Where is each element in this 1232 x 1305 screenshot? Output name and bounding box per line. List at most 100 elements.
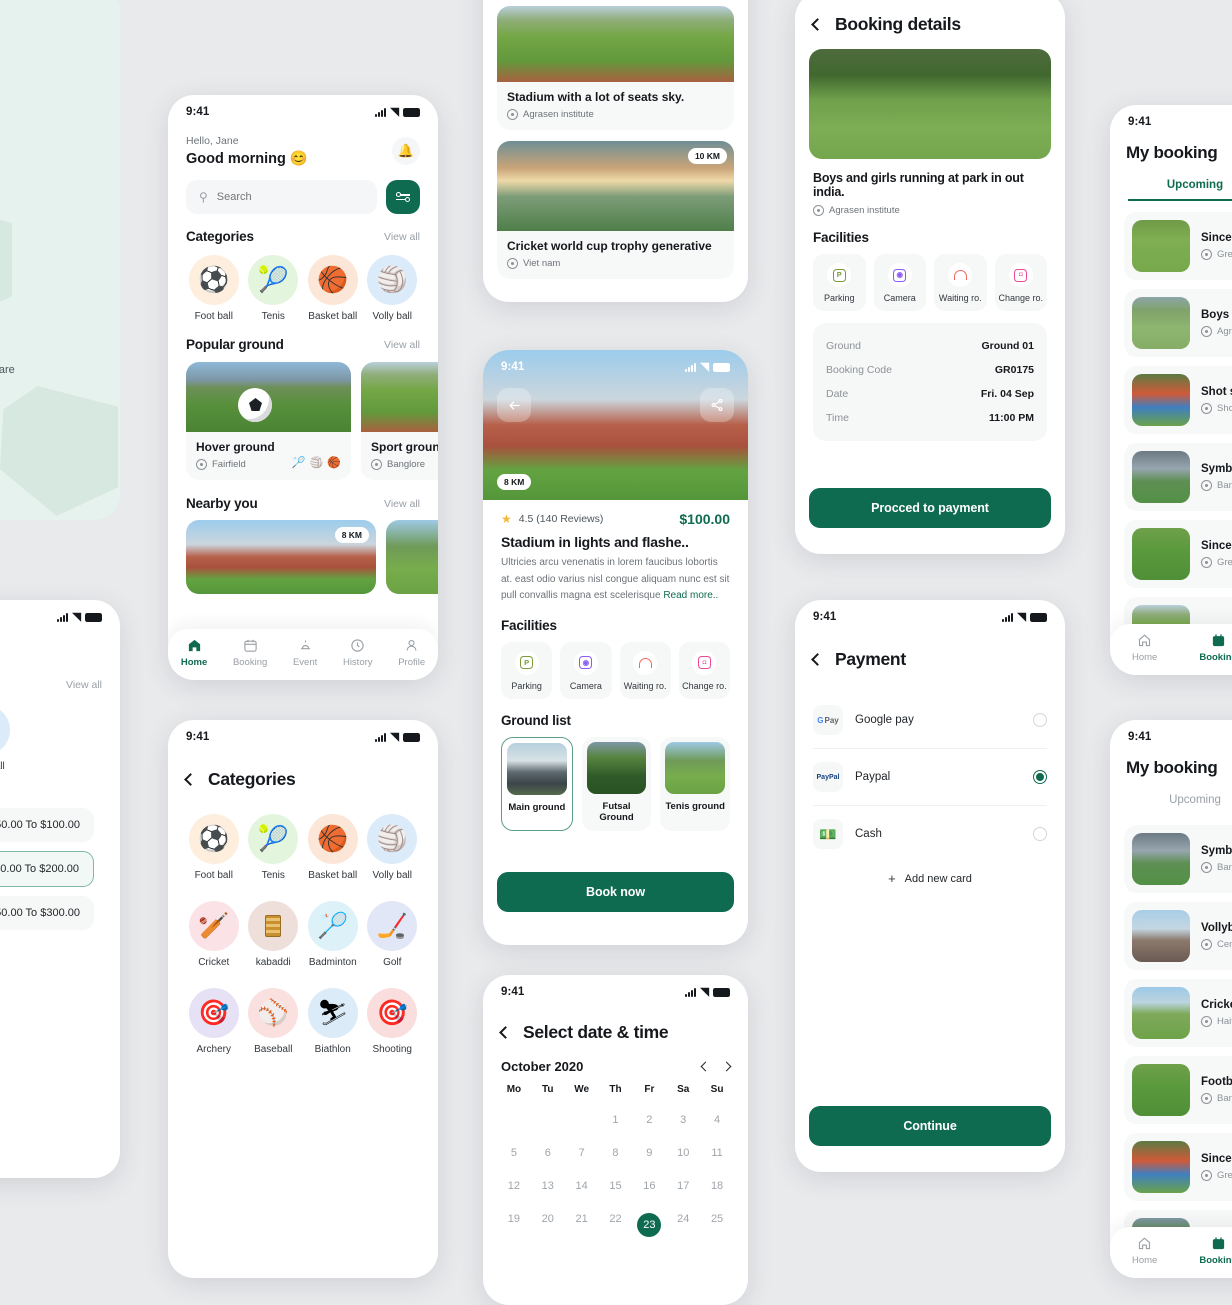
nav-home[interactable]: Home [1132, 633, 1157, 663]
category-volly-ball[interactable]: 🏐 Volly ball [363, 255, 423, 322]
ground-option[interactable]: Futsal Ground [581, 736, 652, 831]
booking-list-item[interactable]: Boys an Agras [1124, 289, 1232, 357]
ground-option-selected[interactable]: Main ground [501, 736, 573, 831]
nearby-card[interactable] [386, 520, 438, 594]
nearby-list[interactable]: 8 KM [168, 511, 438, 594]
nav-booking[interactable]: Booking [1199, 633, 1232, 663]
category-shooting[interactable]: 🎯 Shooting [363, 988, 423, 1055]
category-foot-ball[interactable]: ⚽ Foot ball [184, 255, 244, 322]
facility-waiting-room[interactable]: Waiting ro. [619, 641, 671, 699]
nav-booking[interactable]: Booking [233, 638, 267, 668]
back-arrow-icon[interactable] [497, 388, 531, 422]
payment-method-cash[interactable]: 💵 Cash [795, 806, 1065, 862]
calendar-day[interactable]: 1 [599, 1106, 633, 1134]
booking-list-item[interactable]: Since gr Greec [1124, 520, 1232, 588]
calendar-day[interactable]: 20 [531, 1205, 565, 1245]
calendar-day[interactable]: 18 [700, 1172, 734, 1200]
price-range-option-selected[interactable]: $150.00 To $200.00 [0, 851, 94, 887]
calendar-day[interactable]: 13 [531, 1172, 565, 1200]
booking-list-item[interactable]: Football Banga [1124, 1056, 1232, 1124]
calendar-day[interactable]: 17 [666, 1172, 700, 1200]
category-badminton[interactable]: 🏸 Badminton [303, 901, 363, 968]
ground-card[interactable]: Stadium with a lot of seats sky. Agrasen… [497, 6, 734, 130]
facility-parking[interactable]: P Parking [813, 254, 866, 311]
payment-method-google-pay[interactable]: G Pay Google pay [795, 692, 1065, 748]
booking-list-item[interactable]: Since gr Greec [1124, 1133, 1232, 1201]
category-foot-ball[interactable]: ⚽ Foot ball [184, 814, 244, 881]
back-chevron-icon[interactable] [811, 18, 824, 31]
price-range-option[interactable]: $250.00 To $300.00 [0, 896, 94, 930]
proceed-to-payment-button[interactable]: Procced to payment [809, 488, 1051, 528]
category-golf[interactable]: 🏒 Golf [363, 901, 423, 968]
ground-card[interactable]: Hover ground Fairfield 🏸 🏐 🏀 [186, 362, 351, 480]
facility-change-room[interactable]: ◘ Change ro. [994, 254, 1047, 311]
category-basket-ball[interactable]: 🏀 Basket ball [303, 814, 363, 881]
calendar-day[interactable]: 24 [666, 1205, 700, 1245]
book-now-button[interactable]: Book now [497, 872, 734, 912]
calendar-day[interactable]: 22 [599, 1205, 633, 1245]
back-chevron-icon[interactable] [811, 653, 824, 666]
nav-profile[interactable]: Profile [398, 638, 425, 668]
calendar-day[interactable]: 12 [497, 1172, 531, 1200]
nav-booking[interactable]: Booking [1199, 1236, 1232, 1266]
search-input[interactable] [216, 191, 364, 203]
nearby-view-all[interactable]: View all [384, 498, 420, 510]
bell-icon[interactable]: 🔔 [392, 137, 420, 165]
categories-view-all[interactable]: View all [384, 231, 420, 243]
popular-view-all[interactable]: View all [384, 339, 420, 351]
payment-radio[interactable] [1033, 713, 1047, 727]
calendar-day[interactable]: 4 [700, 1106, 734, 1134]
booking-list-item[interactable]: Cricket g Haiti [1124, 979, 1232, 1047]
ground-option[interactable]: Tenis ground [660, 736, 731, 831]
facility-camera[interactable]: ◉ Camera [560, 641, 612, 699]
payment-radio-selected[interactable] [1033, 770, 1047, 784]
category-baseball[interactable]: ⚾ Baseball [244, 988, 304, 1055]
calendar-day[interactable]: 21 [565, 1205, 599, 1245]
calendar-day[interactable]: 3 [666, 1106, 700, 1134]
tab-upcoming[interactable]: Upcoming [1128, 794, 1232, 814]
calendar-day[interactable]: 5 [497, 1139, 531, 1167]
nav-event[interactable]: Event [293, 638, 317, 668]
calendar-day[interactable]: 15 [599, 1172, 633, 1200]
share-icon[interactable] [700, 388, 734, 422]
tab-upcoming[interactable]: Upcoming [1128, 179, 1232, 201]
nav-home[interactable]: Home [1132, 1236, 1157, 1266]
filter-view-all[interactable]: View all [66, 679, 102, 691]
category-tenis[interactable]: 🎾 Tenis [244, 255, 304, 322]
calendar-day[interactable]: 9 [632, 1139, 666, 1167]
calendar-day[interactable]: 8 [599, 1139, 633, 1167]
calendar-day[interactable]: 6 [531, 1139, 565, 1167]
booking-list-item[interactable]: Symbols Banga [1124, 443, 1232, 511]
calendar-day[interactable]: 7 [565, 1139, 599, 1167]
chevron-left-icon[interactable] [700, 1061, 711, 1072]
booking-list-item[interactable]: Since gr Greec [1124, 212, 1232, 280]
add-new-card-label[interactable]: Add new card [905, 873, 972, 885]
booking-list-item[interactable]: Vollyball Centra [1124, 902, 1232, 970]
category-basket-ball[interactable]: 🏀 Basket ball [303, 255, 363, 322]
facility-waiting-room[interactable]: Waiting ro. [934, 254, 987, 311]
nearby-card[interactable]: 8 KM [186, 520, 376, 594]
facility-change-room[interactable]: ◘ Change ro. [678, 641, 730, 699]
filter-icon[interactable] [386, 180, 420, 214]
back-chevron-icon[interactable] [499, 1026, 512, 1039]
calendar-day[interactable]: 11 [700, 1139, 734, 1167]
price-range-option[interactable]: $50.00 To $100.00 [0, 808, 94, 842]
booking-list-item[interactable]: Symbols Banga [1124, 825, 1232, 893]
payment-method-paypal[interactable]: PayPal Paypal [795, 749, 1065, 805]
facility-parking[interactable]: P Parking [501, 641, 553, 699]
calendar-day[interactable]: 16 [632, 1172, 666, 1200]
category-kabaddi[interactable]: kabaddi [244, 901, 304, 968]
category-archery[interactable]: 🎯 Archery [184, 988, 244, 1055]
continue-button[interactable]: Continue [809, 1106, 1051, 1146]
popular-ground-list[interactable]: Hover ground Fairfield 🏸🏐🏀 Sport ground [168, 352, 438, 480]
calendar-day[interactable]: 25 [700, 1205, 734, 1245]
calendar-day[interactable]: 10 [666, 1139, 700, 1167]
calendar-day-selected[interactable]: 23 [632, 1205, 666, 1245]
filter-category-volleyball[interactable]: 🏐 Volly ball [0, 705, 10, 772]
nav-history[interactable]: History [343, 638, 373, 668]
ground-card[interactable]: 10 KM Cricket world cup trophy generativ… [497, 141, 734, 279]
category-volly-ball[interactable]: 🏐 Volly ball [363, 814, 423, 881]
category-tenis[interactable]: 🎾 Tenis [244, 814, 304, 881]
ground-card[interactable]: Sport ground Banglore [361, 362, 438, 480]
booking-list-item[interactable]: Shot sm Shot s [1124, 366, 1232, 434]
